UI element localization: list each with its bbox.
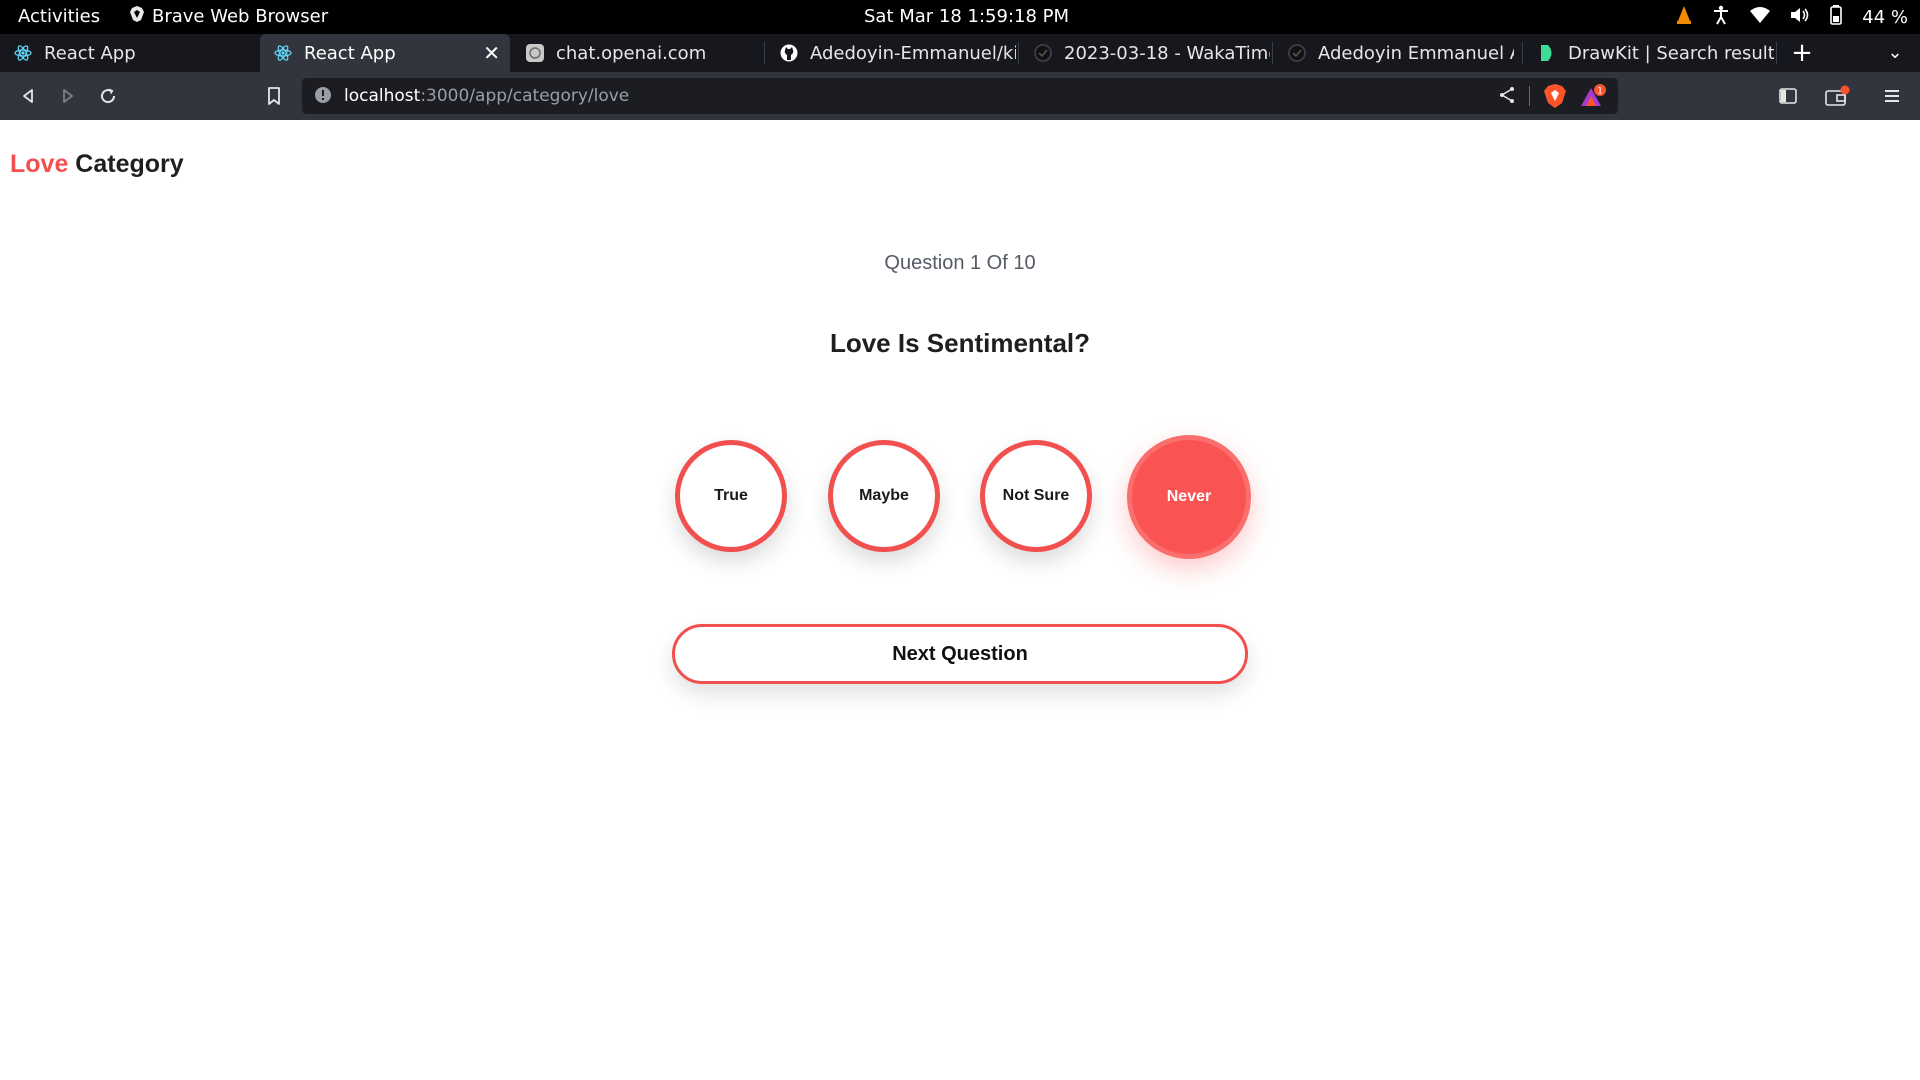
browser-toolbar: localhost:3000/app/category/love 1 <box>0 72 1920 120</box>
brave-icon <box>130 6 144 27</box>
page-content: Love Category Question 1 Of 10 Love Is S… <box>0 120 1920 1080</box>
tab-separator <box>1018 42 1019 64</box>
sidebar-toggle-icon[interactable] <box>1774 82 1802 110</box>
wakatime-icon <box>1288 44 1306 62</box>
tab-search-chevron-icon[interactable]: ⌄ <box>1882 34 1908 72</box>
brave-shields-icon[interactable] <box>1544 84 1566 112</box>
tab-strip: React App React App ✕ chat.openai.com Ad… <box>0 34 1920 72</box>
category-label: Category <box>68 150 184 178</box>
battery-percentage: 44 % <box>1862 7 1908 28</box>
battery-icon[interactable] <box>1830 5 1843 30</box>
wifi-icon[interactable] <box>1750 7 1771 28</box>
tab-wakatime[interactable]: 2023-03-18 - WakaTime <box>1020 34 1270 72</box>
option-not-sure-button[interactable]: Not Sure <box>980 440 1092 552</box>
menu-hamburger-icon[interactable] <box>1878 82 1906 110</box>
forward-icon[interactable] <box>54 82 82 110</box>
tab-chat-openai[interactable]: chat.openai.com <box>512 34 762 72</box>
new-tab-plus-icon[interactable]: + <box>1790 34 1814 72</box>
tab-label: chat.openai.com <box>556 42 707 64</box>
tab-wakatime-profile[interactable]: Adedoyin Emmanuel Ad <box>1274 34 1514 72</box>
tab-separator <box>1776 42 1777 64</box>
close-tab-icon[interactable]: ✕ <box>483 41 500 65</box>
wakatime-icon <box>1034 44 1052 62</box>
activities-button[interactable]: Activities <box>18 6 100 27</box>
clock[interactable]: Sat Mar 18 1:59:18 PM <box>864 6 1069 27</box>
tab-separator <box>764 42 765 64</box>
tab-label: React App <box>304 42 396 64</box>
app-menu[interactable]: Brave Web Browser <box>130 6 328 27</box>
url-text[interactable]: localhost:3000/app/category/love <box>344 86 629 106</box>
page-title: Love Category <box>10 150 184 179</box>
tab-label: DrawKit | Search result f <box>1568 42 1774 64</box>
reload-icon[interactable] <box>94 82 122 110</box>
question-counter: Question 1 Of 10 <box>884 252 1036 274</box>
tab-label: 2023-03-18 - WakaTime <box>1064 42 1270 64</box>
system-top-bar: Activities Brave Web Browser Sat Mar 18 … <box>0 0 1920 34</box>
tab-separator <box>1272 42 1273 64</box>
question-text: Love Is Sentimental? <box>829 328 1091 358</box>
option-never-button[interactable]: Never <box>1127 435 1251 559</box>
system-tray[interactable]: 44 % <box>1676 5 1908 30</box>
tab-separator <box>1522 42 1523 64</box>
bookmark-icon[interactable] <box>260 82 288 110</box>
accessibility-icon[interactable] <box>1712 5 1730 30</box>
tab-drawkit[interactable]: DrawKit | Search result f <box>1524 34 1774 72</box>
drawkit-icon <box>1538 44 1556 62</box>
brave-rewards-icon[interactable]: 1 <box>1578 84 1608 112</box>
vlc-icon[interactable] <box>1676 6 1692 29</box>
next-question-button[interactable]: Next Question <box>672 624 1248 684</box>
tab-github[interactable]: Adedoyin-Emmanuel/kin <box>766 34 1016 72</box>
site-info-icon[interactable] <box>314 86 332 108</box>
tab-label: Adedoyin-Emmanuel/kin <box>810 42 1016 64</box>
react-icon <box>274 44 292 62</box>
category-name: Love <box>10 150 69 178</box>
address-bar[interactable]: localhost:3000/app/category/love 1 <box>302 78 1618 114</box>
rewards-badge: 1 <box>1597 87 1603 97</box>
option-maybe-button[interactable]: Maybe <box>828 440 940 552</box>
app-name: Brave Web Browser <box>152 6 329 27</box>
volume-icon[interactable] <box>1790 6 1810 29</box>
github-icon <box>780 44 798 62</box>
option-true-button[interactable]: True <box>675 440 787 552</box>
tab-label: React App <box>44 42 136 64</box>
openai-icon <box>526 44 544 62</box>
back-icon[interactable] <box>14 82 42 110</box>
tab-label: Adedoyin Emmanuel Ad <box>1318 42 1514 64</box>
address-divider <box>1529 86 1530 106</box>
tab-react-app-active[interactable]: React App ✕ <box>260 34 510 72</box>
react-icon <box>14 44 32 62</box>
share-icon[interactable] <box>1498 86 1516 108</box>
wallet-icon[interactable] <box>1824 82 1852 110</box>
tab-react-app-1[interactable]: React App <box>0 34 258 72</box>
